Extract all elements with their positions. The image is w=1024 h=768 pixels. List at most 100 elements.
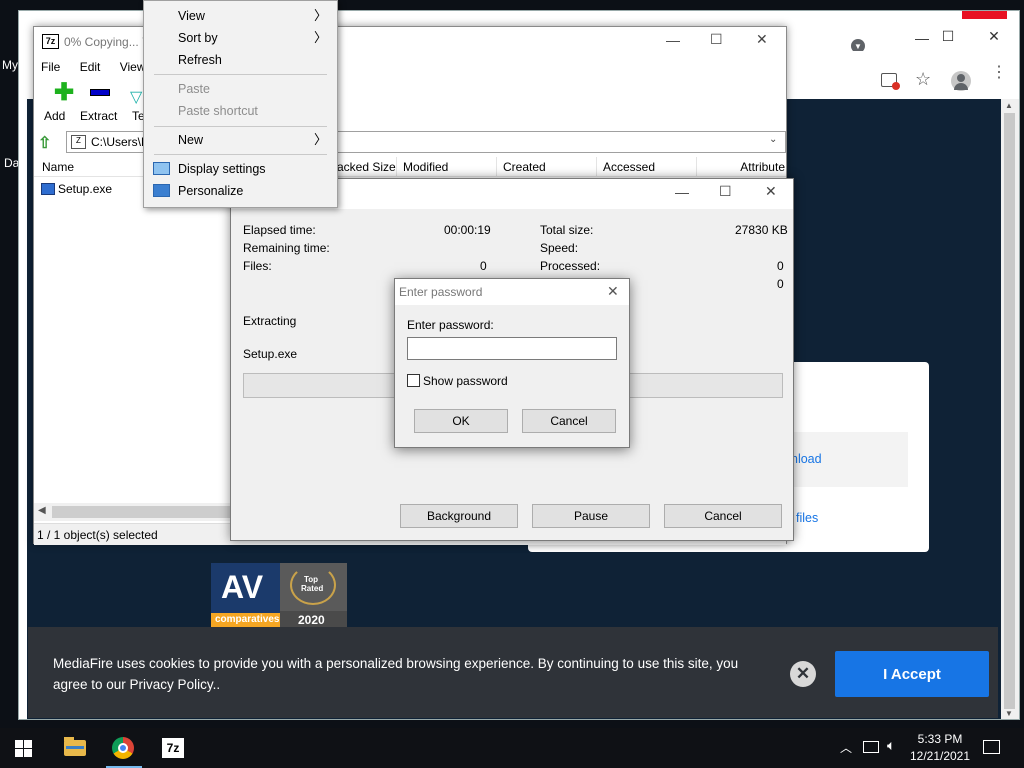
- submenu-arrow-icon: 〉: [313, 132, 327, 147]
- volume-muted-icon[interactable]: 🔈︎: [887, 737, 895, 754]
- pause-button[interactable]: Pause: [532, 504, 650, 528]
- taskbar: 7z ︿ 🔈︎ 5:33 PM 12/21/2021: [0, 728, 1024, 768]
- tray-chevron-icon[interactable]: ︿: [840, 739, 852, 756]
- 7zip-close-button[interactable]: ✕: [756, 31, 768, 48]
- accept-cookies-button[interactable]: I Accept: [835, 651, 989, 697]
- chrome-taskbar-icon[interactable]: [112, 737, 134, 759]
- scroll-down-icon[interactable]: ▼: [1005, 709, 1013, 718]
- show-password-checkbox[interactable]: [407, 374, 420, 387]
- col-attributes[interactable]: Attribute: [696, 157, 787, 177]
- horizontal-scrollbar[interactable]: ◀: [34, 503, 234, 521]
- menu-item-paste: Paste: [178, 82, 210, 96]
- background-button[interactable]: Background: [400, 504, 518, 528]
- processed-value: 0: [777, 259, 784, 273]
- 7zip-title: 0% Copying... 7: [64, 35, 149, 49]
- 7zip-maximize-button[interactable]: ☐: [710, 31, 723, 48]
- menu-item-label: View: [178, 9, 205, 23]
- menu-item-label: Display settings: [178, 162, 266, 176]
- add-button[interactable]: ✚ Add: [42, 81, 82, 125]
- total-size-value: 27830 KB: [735, 223, 788, 237]
- compressed-value: 0: [777, 277, 784, 291]
- clock[interactable]: 5:33 PM 12/21/2021: [905, 731, 975, 765]
- password-titlebar: Enter password ✕: [395, 279, 629, 305]
- close-hover-strip: [962, 11, 1007, 19]
- path-text: C:\Users\D: [91, 135, 150, 149]
- menu-item-label: Personalize: [178, 184, 244, 198]
- av-brand-block: AV comparatives: [211, 563, 280, 627]
- progress-minimize-button[interactable]: —: [675, 184, 689, 200]
- hscroll-thumb[interactable]: [52, 506, 230, 518]
- add-label: Add: [44, 109, 66, 123]
- test-check-icon: ▽: [130, 89, 143, 106]
- page-scrollbar[interactable]: ▲ ▼: [1001, 99, 1019, 719]
- archive-icon: Z: [71, 135, 86, 149]
- cast-icon[interactable]: [881, 73, 900, 90]
- password-dialog-title: Enter password: [399, 285, 483, 299]
- scroll-left-icon[interactable]: ◀: [38, 505, 46, 516]
- scroll-up-icon[interactable]: ▲: [1005, 101, 1013, 110]
- files-label: Files:: [243, 259, 272, 273]
- col-accessed[interactable]: Accessed: [596, 157, 696, 177]
- menu-item-label: New: [178, 133, 204, 147]
- cancel-extract-button[interactable]: Cancel: [664, 504, 782, 528]
- profile-avatar-icon[interactable]: [951, 71, 971, 91]
- cookie-message: MediaFire uses cookies to provide you wi…: [53, 656, 739, 692]
- context-menu: View 〉 Sort by 〉 Refresh Paste Paste short…: [143, 0, 338, 208]
- 7zip-minimize-button[interactable]: —: [666, 32, 680, 48]
- chrome-menu-icon[interactable]: ⋮: [991, 65, 1007, 81]
- col-modified[interactable]: Modified: [396, 157, 496, 177]
- extract-minus-icon: [90, 89, 110, 96]
- up-folder-icon[interactable]: ⇧: [38, 133, 51, 153]
- start-windows-icon[interactable]: [15, 740, 32, 757]
- current-file: Setup.exe: [243, 347, 298, 361]
- file-row[interactable]: Setup.exe: [40, 181, 140, 199]
- menu-item-view[interactable]: View 〉: [144, 5, 337, 27]
- files-value: 0: [480, 259, 487, 273]
- notification-icon[interactable]: [983, 740, 1000, 754]
- menu-item-display-settings[interactable]: Display settings: [144, 158, 337, 180]
- total-size-label: Total size:: [540, 223, 594, 237]
- menu-separator: [154, 154, 327, 155]
- path-dropdown-icon[interactable]: ⌄: [769, 134, 777, 145]
- ok-button[interactable]: OK: [414, 409, 508, 433]
- menu-item-refresh[interactable]: Refresh: [144, 49, 337, 71]
- cancel-button[interactable]: Cancel: [522, 409, 616, 433]
- col-packed-size[interactable]: acked Size: [330, 157, 396, 177]
- submenu-arrow-icon: 〉: [313, 8, 327, 23]
- menu-item-sort-by[interactable]: Sort by 〉: [144, 27, 337, 49]
- desktop-icon-label[interactable]: My: [2, 58, 18, 72]
- col-created[interactable]: Created: [496, 157, 596, 177]
- files-link[interactable]: files: [796, 511, 818, 525]
- file-explorer-icon[interactable]: [64, 737, 86, 756]
- remaining-label: Remaining time:: [243, 241, 330, 255]
- menu-edit[interactable]: Edit: [80, 60, 101, 74]
- clock-date: 12/21/2021: [909, 749, 971, 763]
- add-plus-icon: ✚: [54, 79, 75, 106]
- menu-view[interactable]: View: [120, 60, 146, 74]
- menu-separator: [154, 74, 327, 75]
- display-icon: [153, 162, 170, 175]
- progress-maximize-button[interactable]: ☐: [719, 183, 732, 200]
- top-rated-top: Top: [304, 575, 319, 584]
- scroll-thumb[interactable]: [1004, 113, 1015, 709]
- bookmark-star-icon[interactable]: ☆: [915, 69, 931, 90]
- close-button[interactable]: ✕: [971, 21, 1017, 51]
- top-rated-bottom: Rated: [301, 584, 324, 593]
- extract-button[interactable]: Extract: [78, 81, 124, 125]
- password-input[interactable]: [407, 337, 617, 360]
- elapsed-label: Elapsed time:: [243, 223, 316, 237]
- 7zip-taskbar-icon[interactable]: 7z: [162, 738, 184, 758]
- download-link[interactable]: nload: [791, 452, 822, 466]
- progress-close-button[interactable]: ✕: [765, 183, 777, 200]
- menu-separator: [154, 126, 327, 127]
- menu-item-personalize[interactable]: Personalize: [144, 180, 337, 202]
- password-close-button[interactable]: ✕: [607, 283, 619, 300]
- exe-file-icon: [41, 183, 55, 195]
- cookie-close-button[interactable]: ✕: [790, 661, 816, 687]
- file-name: Setup.exe: [58, 182, 113, 196]
- menu-item-new[interactable]: New 〉: [144, 129, 337, 151]
- av-sub: comparatives: [215, 614, 280, 625]
- menu-file[interactable]: File: [41, 60, 60, 74]
- network-icon[interactable]: [863, 741, 879, 753]
- maximize-button[interactable]: ☐: [925, 21, 971, 51]
